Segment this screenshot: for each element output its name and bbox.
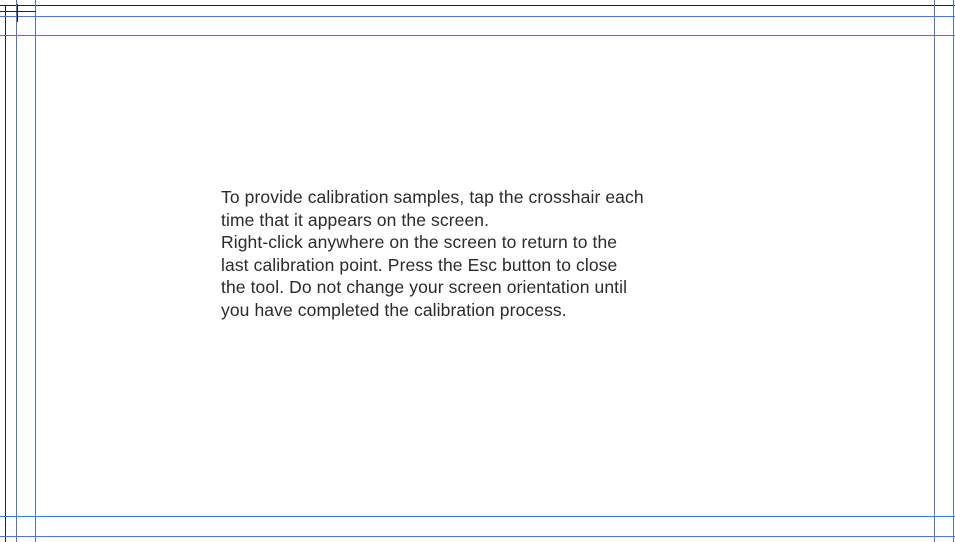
guide-line-right-inner bbox=[934, 0, 935, 542]
crosshair-horizontal-stroke bbox=[0, 11, 36, 12]
crosshair-icon[interactable] bbox=[0, 0, 40, 30]
instructions-paragraph-controls: Right-click anywhere on the screen to re… bbox=[221, 232, 628, 320]
guide-line-left-outer bbox=[16, 0, 17, 542]
guide-line-top-inner bbox=[0, 35, 955, 36]
guide-line-bottom-outer bbox=[0, 536, 955, 537]
frame-left-edge bbox=[5, 5, 6, 542]
calibration-instructions: To provide calibration samples, tap the … bbox=[221, 186, 781, 321]
guide-line-right-outer bbox=[953, 0, 954, 542]
crosshair-vertical-stroke bbox=[17, 4, 18, 22]
calibration-screen[interactable]: To provide calibration samples, tap the … bbox=[0, 0, 955, 542]
guide-line-left-inner bbox=[35, 0, 36, 542]
instructions-paragraph-tap: To provide calibration samples, tap the … bbox=[221, 187, 644, 230]
frame-top-edge bbox=[0, 5, 955, 6]
guide-line-top-outer bbox=[0, 16, 955, 17]
guide-line-bottom-inner bbox=[0, 516, 955, 517]
